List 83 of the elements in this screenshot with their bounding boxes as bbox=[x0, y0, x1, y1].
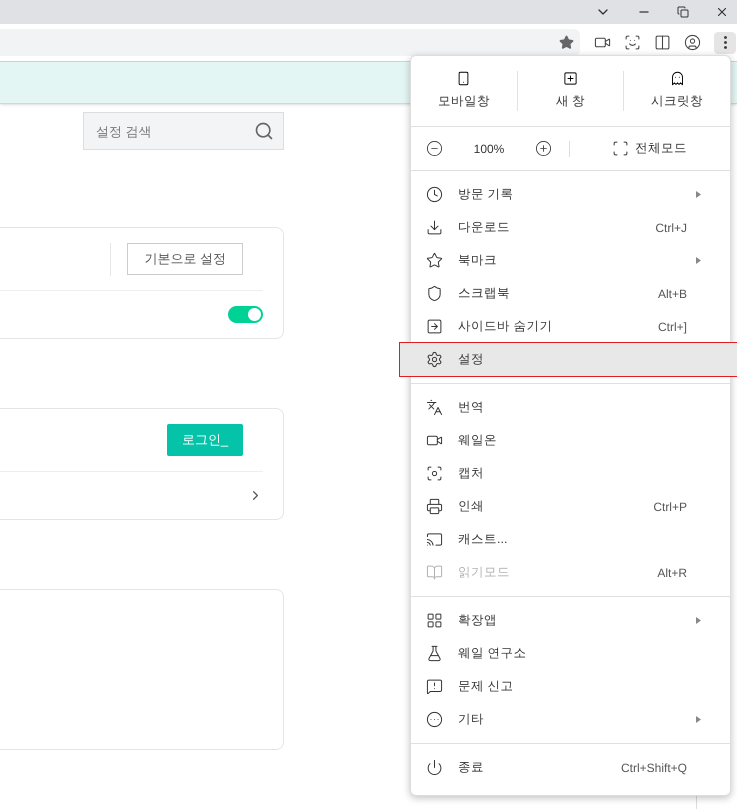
menu-item[interactable]: 기타 bbox=[411, 703, 730, 736]
menu-item[interactable]: 설정 bbox=[400, 343, 737, 376]
shortcut-text: Ctrl+J bbox=[655, 220, 687, 236]
menu-label: 종료 bbox=[458, 759, 485, 776]
fullscreen-button[interactable]: 전체모드 bbox=[612, 139, 687, 158]
ghost-icon bbox=[670, 71, 685, 86]
toggle-switch[interactable] bbox=[228, 306, 263, 323]
menu-item[interactable]: 방문 기록 bbox=[411, 178, 730, 211]
set-default-button[interactable]: 기본으로 설정 bbox=[127, 243, 243, 275]
menu-item[interactable]: 웨일온 bbox=[411, 424, 730, 457]
menu-item[interactable]: 스크랩북 Alt+B bbox=[411, 277, 730, 310]
translate-icon bbox=[426, 399, 443, 416]
menu-label: 웨일 연구소 bbox=[458, 645, 528, 662]
menu-label: 확장앱 bbox=[458, 612, 498, 630]
menu-button[interactable] bbox=[714, 32, 736, 54]
window-option-button[interactable]: 시크릿창 bbox=[623, 71, 730, 111]
restore-icon[interactable] bbox=[677, 6, 689, 18]
menu-label: 인쇄 bbox=[458, 498, 485, 516]
phone-icon bbox=[456, 71, 472, 86]
zoom-level: 100% bbox=[472, 140, 506, 158]
window-option-button[interactable]: 모바일창 bbox=[411, 71, 517, 111]
book-icon bbox=[426, 564, 443, 581]
menu-label: 다운로드 bbox=[458, 219, 511, 236]
flask-icon bbox=[426, 645, 443, 662]
shortcut-text: Ctrl+P bbox=[653, 498, 687, 516]
menu-label: 사이드바 숨기기 bbox=[458, 318, 554, 336]
menu-item[interactable]: 확장앱 bbox=[411, 604, 730, 637]
shortcut-text: Alt+R bbox=[657, 564, 687, 582]
shortcut-text: Ctrl+Shift+Q bbox=[620, 760, 687, 776]
profile-icon[interactable] bbox=[684, 34, 701, 51]
menu-item[interactable]: 북마크 bbox=[411, 244, 730, 277]
zoom-in-icon[interactable] bbox=[535, 140, 552, 157]
submenu-arrow-icon bbox=[696, 191, 701, 198]
more-icon bbox=[426, 711, 443, 728]
menu-label: 번역 bbox=[458, 399, 485, 416]
menu-label: 캡처 bbox=[458, 465, 485, 482]
warning-icon bbox=[426, 678, 443, 695]
menu-item[interactable]: 번역 bbox=[411, 391, 730, 424]
download-icon bbox=[426, 219, 443, 236]
plus-square-icon bbox=[563, 71, 578, 86]
menu-label: 스크랩북 bbox=[458, 285, 511, 302]
window-option-button[interactable]: 새 창 bbox=[516, 71, 624, 111]
search-icon[interactable] bbox=[254, 121, 274, 141]
submenu-arrow-icon bbox=[696, 716, 701, 723]
close-icon[interactable] bbox=[715, 5, 729, 19]
power-icon bbox=[426, 759, 443, 776]
menu-label: 읽기모드 bbox=[458, 564, 511, 582]
zoom-out-icon[interactable] bbox=[426, 140, 443, 157]
clock-icon bbox=[426, 186, 443, 203]
submenu-arrow-icon bbox=[696, 257, 701, 264]
cast-icon bbox=[426, 531, 443, 548]
settings-icon bbox=[426, 351, 443, 368]
star-icon bbox=[426, 252, 443, 269]
search-field[interactable]: 설정 검색 bbox=[83, 112, 284, 150]
menu-label: 기타 bbox=[458, 711, 485, 728]
printer-icon bbox=[426, 498, 443, 515]
split-view-icon[interactable] bbox=[654, 34, 671, 51]
shortcut-text: Ctrl+] bbox=[658, 318, 687, 336]
menu-item[interactable]: 종료 Ctrl+Shift+Q bbox=[411, 751, 730, 784]
menu-label: 북마크 bbox=[458, 252, 498, 270]
menu-label: 웨일온 bbox=[458, 432, 498, 450]
more-icon bbox=[724, 36, 726, 49]
fullscreen-icon bbox=[612, 140, 629, 157]
menu-label: 설정 bbox=[458, 351, 485, 368]
menu-label: 캐스트... bbox=[458, 531, 508, 548]
submenu-arrow-icon bbox=[696, 617, 701, 624]
menu-item[interactable]: 사이드바 숨기기 Ctrl+] bbox=[411, 310, 730, 343]
grid-icon bbox=[426, 612, 443, 629]
menu-item[interactable]: 캡처 bbox=[411, 457, 730, 490]
menu-item[interactable]: 웨일 연구소 bbox=[411, 637, 730, 670]
star-icon[interactable] bbox=[559, 35, 574, 50]
capture-icon bbox=[426, 465, 443, 482]
menu-item[interactable]: 문제 신고 bbox=[411, 670, 730, 703]
sidebar-icon bbox=[426, 318, 443, 335]
menu-item[interactable]: 다운로드 Ctrl+J bbox=[411, 211, 730, 244]
menu-label: 방문 기록 bbox=[458, 186, 514, 204]
shield-icon bbox=[426, 285, 443, 302]
menu-item[interactable]: 캐스트... bbox=[411, 523, 730, 556]
address-field[interactable] bbox=[0, 29, 580, 56]
shortcut-text: Alt+B bbox=[658, 286, 687, 302]
menu-item[interactable]: 인쇄 Ctrl+P bbox=[411, 490, 730, 523]
capture-icon[interactable] bbox=[624, 34, 641, 51]
menu-label: 문제 신고 bbox=[458, 678, 514, 696]
